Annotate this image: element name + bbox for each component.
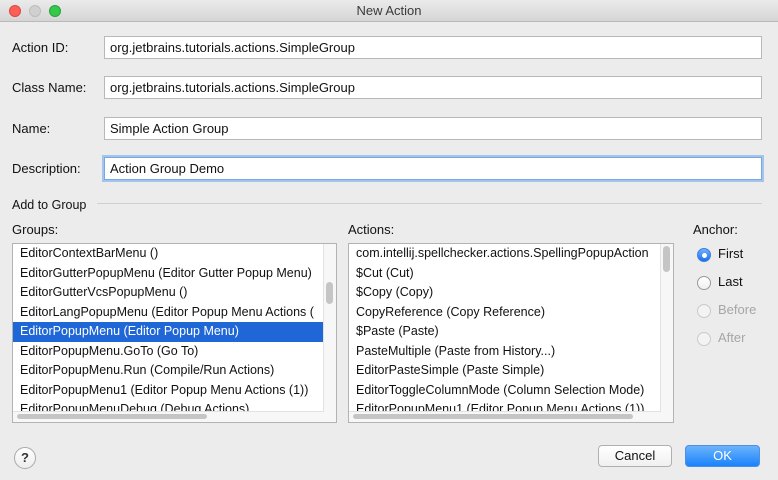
anchor-first-label[interactable]: First xyxy=(718,246,743,261)
title-bar: New Action xyxy=(0,0,778,22)
actions-list-row[interactable]: EditorPasteSimple (Paste Simple) xyxy=(349,361,661,381)
window-title: New Action xyxy=(356,3,422,18)
description-field[interactable]: Action Group Demo xyxy=(104,157,762,180)
groups-vertical-scrollbar[interactable] xyxy=(323,244,336,422)
groups-list-row[interactable]: EditorLangPopupMenu (Editor Popup Menu A… xyxy=(13,303,324,323)
actions-list-row[interactable]: $Cut (Cut) xyxy=(349,264,661,284)
action-id-label: Action ID: xyxy=(12,40,69,55)
groups-list-row[interactable]: EditorPopupMenu.Run (Compile/Run Actions… xyxy=(13,361,324,381)
actions-label: Actions: xyxy=(348,222,395,237)
class-name-field[interactable]: org.jetbrains.tutorials.actions.SimpleGr… xyxy=(104,76,762,99)
groups-horizontal-scrollbar[interactable] xyxy=(13,411,324,422)
help-button[interactable]: ? xyxy=(14,447,36,469)
ok-button[interactable]: OK xyxy=(685,445,760,467)
action-id-field[interactable]: org.jetbrains.tutorials.actions.SimpleGr… xyxy=(104,36,762,59)
actions-vertical-scrollbar[interactable] xyxy=(660,244,673,422)
actions-list-row[interactable]: $Copy (Copy) xyxy=(349,283,661,303)
groups-list-row[interactable]: EditorGutterPopupMenu (Editor Gutter Pop… xyxy=(13,264,324,284)
name-label: Name: xyxy=(12,121,51,136)
actions-list[interactable]: com.intellij.spellchecker.actions.Spelli… xyxy=(348,243,674,423)
actions-list-row[interactable]: com.intellij.spellchecker.actions.Spelli… xyxy=(349,244,661,264)
actions-vertical-scroll-thumb[interactable] xyxy=(663,246,670,272)
name-field[interactable]: Simple Action Group xyxy=(104,117,762,140)
new-action-dialog: New Action Action ID: org.jetbrains.tuto… xyxy=(0,0,778,480)
actions-list-row[interactable]: CopyReference (Copy Reference) xyxy=(349,303,661,323)
groups-list-row[interactable]: EditorContextBarMenu () xyxy=(13,244,324,264)
groups-label: Groups: xyxy=(12,222,59,237)
cancel-button[interactable]: Cancel xyxy=(598,445,672,467)
actions-list-row[interactable]: $Paste (Paste) xyxy=(349,322,661,342)
anchor-label: Anchor: xyxy=(693,222,738,237)
anchor-last-radio[interactable] xyxy=(697,276,711,290)
class-name-label: Class Name: xyxy=(12,80,87,95)
groups-list-row[interactable]: EditorPopupMenu1 (Editor Popup Menu Acti… xyxy=(13,381,324,401)
groups-list-row[interactable]: EditorPopupMenu (Editor Popup Menu) xyxy=(13,322,324,342)
anchor-before-radio xyxy=(697,304,711,318)
actions-horizontal-scrollbar[interactable] xyxy=(349,411,661,422)
anchor-first-radio[interactable] xyxy=(697,248,711,262)
groups-horizontal-scroll-thumb[interactable] xyxy=(17,414,207,419)
section-divider xyxy=(97,203,762,204)
actions-horizontal-scroll-thumb[interactable] xyxy=(353,414,633,419)
actions-list-row[interactable]: EditorToggleColumnMode (Column Selection… xyxy=(349,381,661,401)
groups-vertical-scroll-thumb[interactable] xyxy=(326,282,333,304)
groups-list[interactable]: EditorContextBarMenu () EditorGutterPopup… xyxy=(12,243,337,423)
groups-list-row[interactable]: EditorGutterVcsPopupMenu () xyxy=(13,283,324,303)
anchor-after-label: After xyxy=(718,330,746,345)
groups-rows: EditorContextBarMenu () EditorGutterPopup… xyxy=(13,244,324,420)
groups-list-row[interactable]: EditorPopupMenu.GoTo (Go To) xyxy=(13,342,324,362)
description-label: Description: xyxy=(12,161,81,176)
actions-list-row[interactable]: PasteMultiple (Paste from History...) xyxy=(349,342,661,362)
anchor-before-label: Before xyxy=(718,302,757,317)
anchor-last-label[interactable]: Last xyxy=(718,274,743,289)
actions-rows: com.intellij.spellchecker.actions.Spelli… xyxy=(349,244,661,420)
add-to-group-section-label: Add to Group xyxy=(12,198,87,212)
anchor-after-radio xyxy=(697,332,711,346)
